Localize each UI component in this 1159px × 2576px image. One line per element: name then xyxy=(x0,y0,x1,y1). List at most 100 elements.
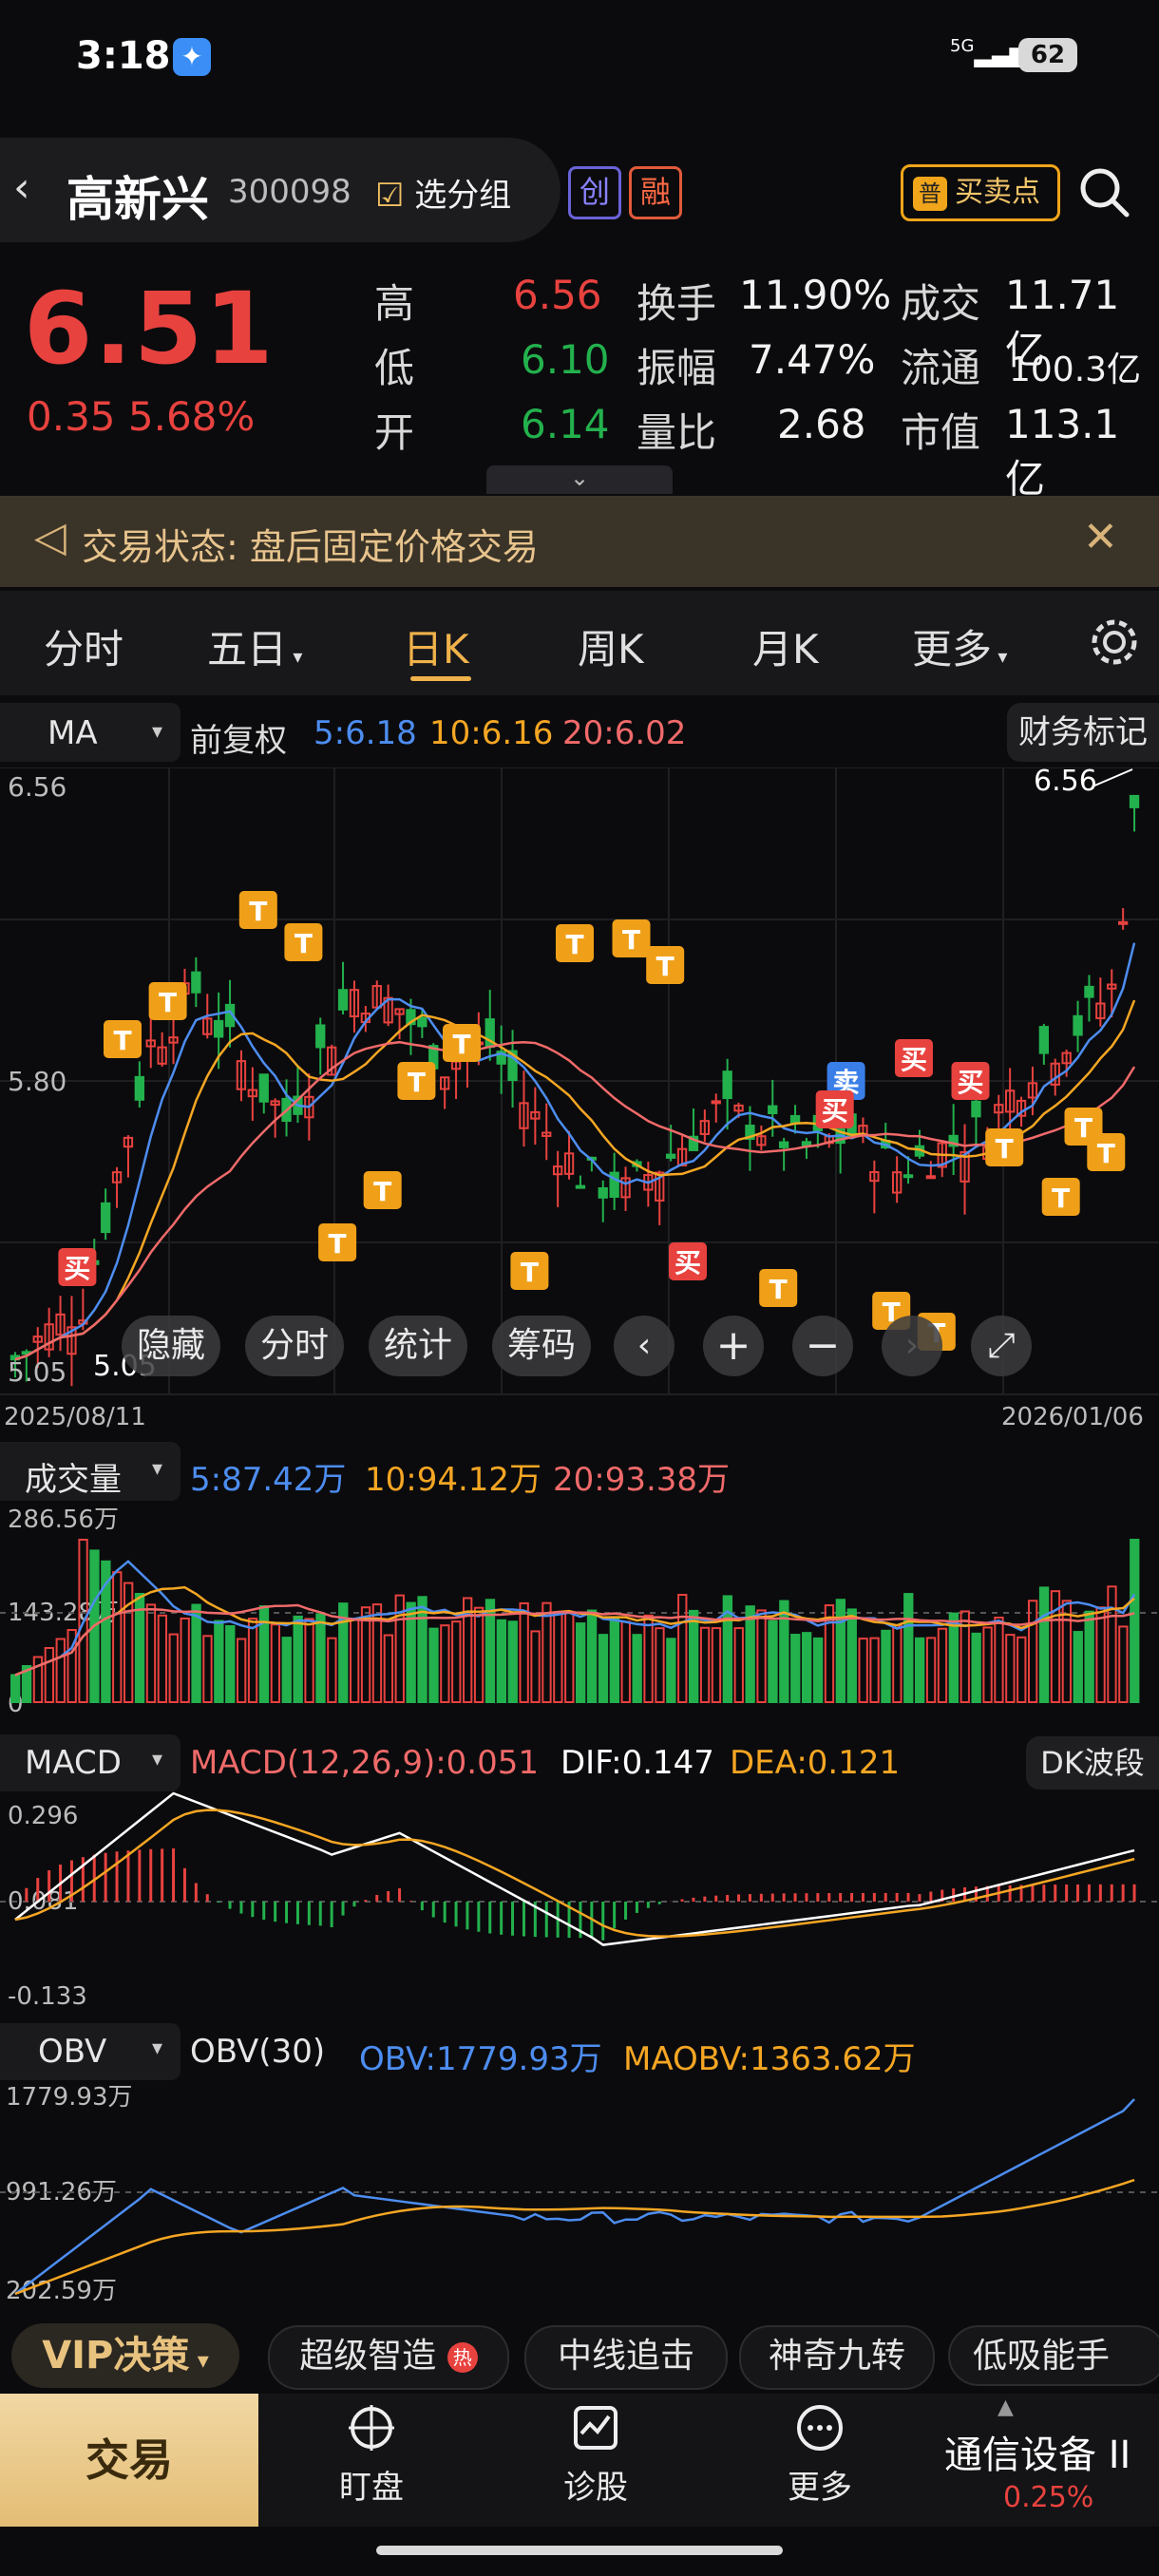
candle-body xyxy=(258,1073,269,1103)
svg-text:T: T xyxy=(294,928,313,959)
status-time: 3:18 xyxy=(76,34,171,78)
obv-chart: 1779.93万 991.26万 202.59万 xyxy=(0,2083,1159,2305)
volume-bar xyxy=(677,1594,688,1703)
close-icon[interactable]: ✕ xyxy=(1083,513,1118,561)
chevron-left-icon[interactable]: ‹ xyxy=(614,1316,674,1376)
nav-diagnose[interactable]: 诊股 xyxy=(524,2403,667,2508)
nav-diagnose-label: 诊股 xyxy=(563,2469,628,2507)
date-start: 2025/08/11 xyxy=(4,1403,146,1431)
volume-bar xyxy=(383,1634,394,1704)
expand-quote-button[interactable]: ⌄ xyxy=(486,465,673,494)
buysell-prefix: 普 xyxy=(913,176,947,211)
volume-bar xyxy=(350,1619,360,1703)
volume-chart: 286.56万 143.28万 0 xyxy=(0,1506,1159,1718)
volume-bar xyxy=(948,1612,960,1703)
macd-title: MACD xyxy=(25,1744,122,1782)
tab-more[interactable]: 更多 ▾ xyxy=(912,617,1007,675)
tab-week-k[interactable]: 周K xyxy=(578,617,644,675)
nav-more[interactable]: 更多 xyxy=(749,2403,891,2508)
volume-bar xyxy=(790,1634,801,1703)
vip-decision-button[interactable]: VIP决策 ▾ xyxy=(11,2323,239,2388)
volume-bar xyxy=(168,1633,179,1704)
strategy-mid-chase[interactable]: 中线追击 xyxy=(524,2325,728,2390)
volume-bar xyxy=(915,1637,925,1704)
strategy-low-absorb[interactable]: 低吸能手 xyxy=(948,2325,1159,2386)
volume-bar xyxy=(270,1623,281,1703)
strategy-super-smart[interactable]: 超级智造 热 xyxy=(268,2325,509,2390)
amplitude-label: 振幅 xyxy=(636,345,717,391)
volume-bar xyxy=(858,1638,868,1703)
volume-bar xyxy=(812,1637,824,1703)
obv-y-top: 1779.93万 xyxy=(6,2083,133,2112)
svg-text:T: T xyxy=(1052,1183,1070,1214)
stats-button[interactable]: 统计 xyxy=(369,1316,467,1376)
group-label: 选分组 xyxy=(414,177,512,215)
volume-bar xyxy=(428,1627,439,1704)
volume-bar xyxy=(564,1611,575,1703)
mcap-value: 113.1亿 xyxy=(1005,401,1120,502)
chevron-down-icon: ⌄ xyxy=(569,464,590,491)
chips-button[interactable]: 筹码 xyxy=(492,1316,591,1376)
buy-sell-points-button[interactable]: 普买卖点 xyxy=(901,164,1060,221)
zoom-in-icon[interactable]: + xyxy=(703,1316,764,1376)
volume-bar xyxy=(530,1630,541,1703)
adjust-mode[interactable]: 前复权 xyxy=(190,714,287,761)
volume-bar xyxy=(971,1632,981,1703)
t-marker: T xyxy=(1087,1133,1126,1171)
strategy-magic-nine[interactable]: 神奇九转 xyxy=(739,2325,935,2390)
back-icon[interactable]: ‹ xyxy=(13,163,30,212)
candle-body xyxy=(213,1019,224,1038)
svg-text:T: T xyxy=(521,1257,539,1288)
float-label: 流通 xyxy=(901,345,981,391)
macd-y-top: 0.296 xyxy=(8,1802,78,1830)
t-marker: T xyxy=(556,924,594,962)
sector-name[interactable]: 通信设备 II xyxy=(944,2424,1130,2479)
speaker-icon: ◁ xyxy=(34,513,66,561)
turnover-value: 11.90% xyxy=(739,272,892,318)
float-value: 100.3亿 xyxy=(1009,350,1142,389)
t-marker: T xyxy=(284,923,323,961)
hide-button[interactable]: 隐藏 xyxy=(122,1316,220,1376)
zoom-out-icon[interactable]: − xyxy=(792,1316,853,1376)
vol-ratio-value: 2.68 xyxy=(777,401,866,447)
trade-button[interactable]: 交易 xyxy=(0,2394,258,2527)
t-marker: T xyxy=(510,1252,549,1290)
candle-body xyxy=(665,1153,676,1159)
price-change: 0.35 5.68% xyxy=(27,393,255,440)
tab-intraday[interactable]: 分时 xyxy=(44,617,124,675)
volume-bar xyxy=(756,1609,767,1703)
svg-text:T: T xyxy=(249,896,267,927)
volume-bar xyxy=(1073,1631,1083,1704)
chinext-badge: 创 xyxy=(568,166,621,219)
volume-bar xyxy=(247,1618,258,1703)
nav-watch[interactable]: 盯盘 xyxy=(300,2403,443,2508)
volume-bar xyxy=(937,1627,948,1703)
volume-bar xyxy=(1016,1636,1027,1704)
volume-bar xyxy=(1061,1600,1073,1703)
svg-text:T: T xyxy=(1097,1138,1115,1169)
intraday-button[interactable]: 分时 xyxy=(245,1316,344,1376)
fullscreen-icon[interactable]: ⤢ xyxy=(971,1316,1032,1376)
tab-month-k[interactable]: 月K xyxy=(752,617,819,675)
change-value: 0.35 xyxy=(27,393,116,440)
candle-body xyxy=(575,1184,586,1189)
volume-ma10: 10:94.12万 xyxy=(365,1461,542,1499)
volume-bar xyxy=(620,1620,631,1703)
candle-body xyxy=(598,1187,608,1199)
select-group-button[interactable]: ☑ 选分组 xyxy=(375,169,511,216)
gear-icon[interactable] xyxy=(1088,616,1141,669)
t-marker: T xyxy=(612,919,651,957)
chevron-down-icon: ▾ xyxy=(152,1748,163,1771)
tab-day-k[interactable]: 日K xyxy=(403,617,469,675)
chevron-right-icon[interactable]: › xyxy=(882,1316,942,1376)
amplitude-value: 7.47% xyxy=(749,336,876,383)
ma20-value: 20:6.02 xyxy=(562,714,687,752)
y-axis-top-label: 6.56 xyxy=(8,771,66,803)
dk-wave-button[interactable]: DK波段 xyxy=(1026,1736,1159,1790)
search-icon[interactable] xyxy=(1077,165,1130,218)
tab-five-day[interactable]: 五日 ▾ xyxy=(207,617,302,675)
candle-body xyxy=(337,989,349,1011)
volume-bar xyxy=(225,1625,236,1703)
buy-marker: 买 xyxy=(58,1248,97,1286)
financial-mark-button[interactable]: 财务标记 xyxy=(1007,703,1159,762)
